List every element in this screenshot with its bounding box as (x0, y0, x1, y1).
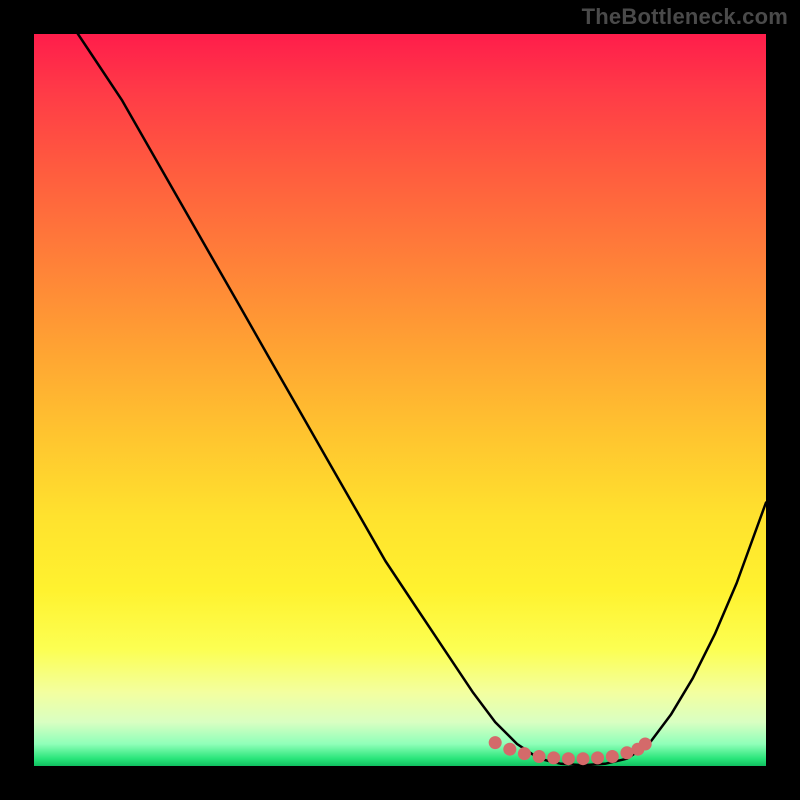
chart-frame: TheBottleneck.com (0, 0, 800, 800)
plot-container (34, 34, 766, 766)
bottleneck-curve (34, 34, 766, 765)
curve-layer (34, 34, 766, 766)
watermark-text: TheBottleneck.com (582, 4, 788, 30)
